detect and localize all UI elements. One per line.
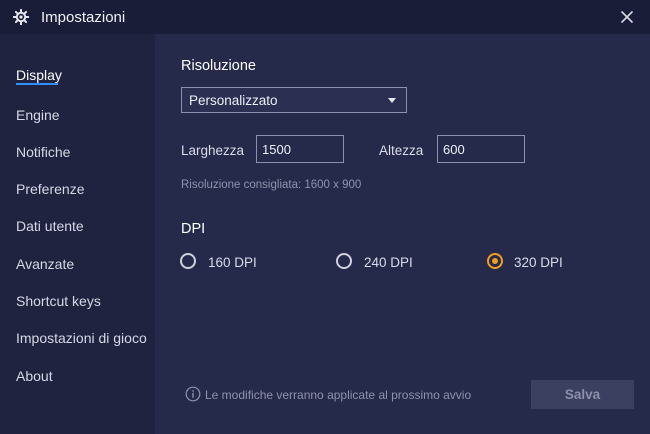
sidebar: Display Engine Notifiche Preferenze Dati… [0, 34, 155, 434]
recommended-resolution-hint: Risoluzione consigliata: 1600 x 900 [181, 179, 362, 191]
dpi-title: DPI [181, 221, 206, 237]
radio-240-dpi[interactable] [336, 253, 352, 269]
window-title: Impostazioni [41, 9, 126, 26]
gear-icon [13, 9, 29, 25]
sidebar-item-shortcut-keys[interactable]: Shortcut keys [16, 293, 101, 309]
sidebar-item-notifiche[interactable]: Notifiche [16, 144, 70, 160]
info-icon [185, 386, 201, 402]
resolution-select[interactable]: Personalizzato [181, 87, 407, 113]
radio-320-dpi[interactable] [487, 253, 503, 269]
sidebar-item-display[interactable]: Display [16, 67, 62, 83]
sidebar-item-engine[interactable]: Engine [16, 107, 60, 123]
sidebar-item-avanzate[interactable]: Avanzate [16, 256, 74, 272]
restart-info-text: Le modifiche verranno applicate al pross… [205, 388, 472, 402]
resolution-title: Risoluzione [181, 58, 256, 74]
sidebar-item-about[interactable]: About [16, 368, 53, 384]
height-field[interactable] [437, 135, 525, 163]
title-bar: Impostazioni [0, 0, 650, 34]
settings-window: Impostazioni Display Engine Notifiche Pr… [0, 0, 650, 434]
width-field[interactable] [256, 135, 344, 163]
sidebar-item-dati-utente[interactable]: Dati utente [16, 218, 84, 234]
radio-320-dpi-label[interactable]: 320 DPI [514, 255, 563, 270]
radio-240-dpi-label[interactable]: 240 DPI [364, 255, 413, 270]
chevron-down-icon [388, 98, 396, 103]
radio-selected-dot [492, 258, 498, 264]
resolution-select-value: Personalizzato [189, 93, 278, 108]
radio-160-dpi[interactable] [180, 253, 196, 269]
sidebar-item-preferenze[interactable]: Preferenze [16, 181, 84, 197]
active-tab-indicator [16, 83, 58, 85]
save-button[interactable]: Salva [531, 380, 634, 409]
radio-160-dpi-label[interactable]: 160 DPI [208, 255, 257, 270]
height-label: Altezza [379, 143, 424, 158]
close-icon[interactable] [618, 8, 636, 26]
sidebar-item-impostazioni-di-gioco[interactable]: Impostazioni di gioco [16, 330, 147, 346]
width-label: Larghezza [181, 143, 245, 158]
